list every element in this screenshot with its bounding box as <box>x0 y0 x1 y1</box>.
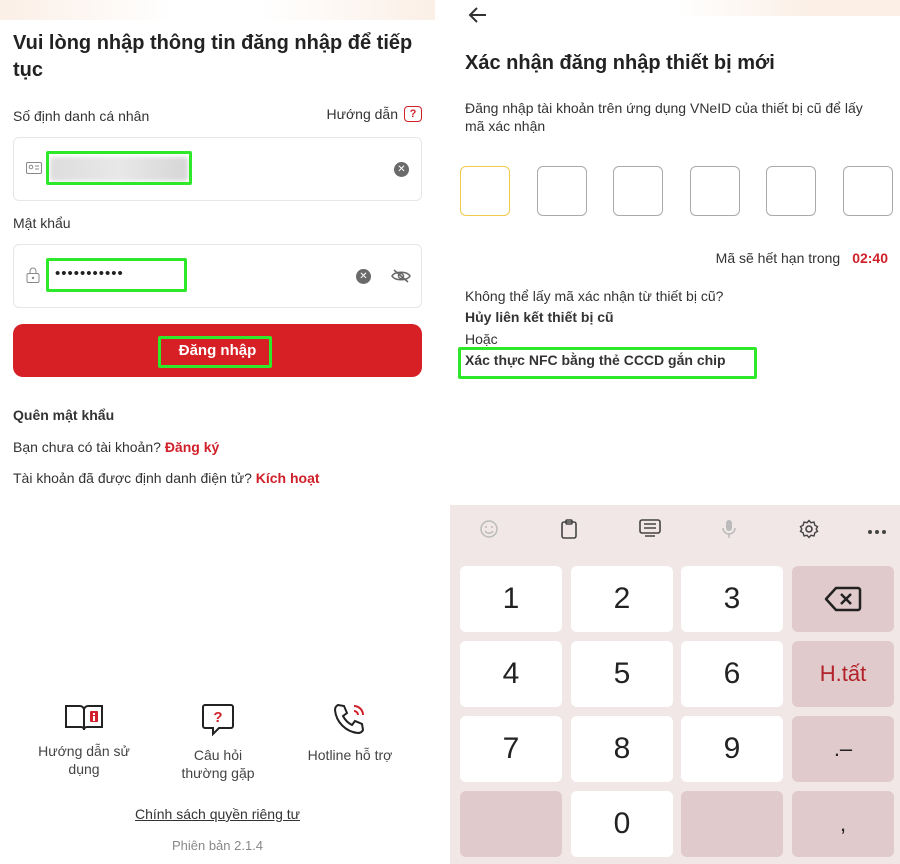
otp-digit-4[interactable] <box>690 166 740 216</box>
forgot-password-link[interactable]: Quên mật khẩu <box>13 407 114 423</box>
comma-key[interactable]: , <box>792 791 894 857</box>
back-arrow-icon[interactable] <box>468 6 488 30</box>
key-1[interactable]: 1 <box>460 566 562 632</box>
clipboard-icon[interactable] <box>557 519 581 543</box>
book-icon <box>38 702 130 736</box>
guide-label: Hướng dẫn <box>326 106 398 122</box>
phone-icon <box>306 702 394 740</box>
more-icon[interactable] <box>865 519 889 543</box>
page-title: Xác nhận đăng nhập thiết bị mới <box>465 52 775 74</box>
activate-link[interactable]: Kích hoạt <box>256 470 320 486</box>
hide-password-icon[interactable] <box>391 269 411 283</box>
user-guide-label: Hướng dẫn sử dụng <box>38 743 130 777</box>
keyboard-toolbar <box>450 505 900 557</box>
user-guide-item[interactable]: Hướng dẫn sử dụng <box>38 702 130 778</box>
lock-icon <box>26 267 40 286</box>
header-decoration <box>450 0 900 16</box>
svg-text:?: ? <box>213 709 222 726</box>
backspace-icon <box>824 586 862 612</box>
cannot-get-text: Không thể lấy mã xác nhận từ thiết bị cũ… <box>465 288 724 304</box>
dot-dash-key[interactable]: .– <box>792 716 894 782</box>
key-6[interactable]: 6 <box>681 641 783 707</box>
question-icon: ? <box>404 106 422 122</box>
faq-icon: ? <box>172 702 264 740</box>
or-text: Hoặc <box>465 331 498 347</box>
key-4[interactable]: 4 <box>460 641 562 707</box>
description-text: Đăng nhập tài khoản trên ứng dụng VNeID … <box>465 100 863 134</box>
id-card-icon <box>26 162 42 177</box>
faq-item[interactable]: ? Câu hỏi thường gặp <box>172 702 264 782</box>
panel-divider <box>435 0 450 864</box>
no-account-text: Bạn chưa có tài khoản? <box>13 439 161 455</box>
hotline-item[interactable]: Hotline hỗ trợ <box>306 702 394 764</box>
key-8[interactable]: 8 <box>571 716 673 782</box>
login-screen: Vui lòng nhập thông tin đăng nhập để tiế… <box>0 0 435 864</box>
guide-link[interactable]: Hướng dẫn ? <box>327 106 422 122</box>
expire-time: 02:40 <box>852 250 888 266</box>
register-link[interactable]: Đăng ký <box>165 439 219 455</box>
privacy-policy-link[interactable]: Chính sách quyền riêng tư <box>0 806 435 822</box>
otp-digit-6[interactable] <box>843 166 893 216</box>
key-5[interactable]: 5 <box>571 641 673 707</box>
identified-text: Tài khoản đã được định danh điện tử? <box>13 470 252 486</box>
otp-digit-3[interactable] <box>613 166 663 216</box>
expire-row: Mã sẽ hết hạn trong 02:40 <box>716 250 888 266</box>
otp-digit-5[interactable] <box>766 166 816 216</box>
mic-icon[interactable] <box>717 519 741 543</box>
otp-digit-2[interactable] <box>537 166 587 216</box>
verify-device-screen: Xác nhận đăng nhập thiết bị mới Đăng nhậ… <box>450 0 900 864</box>
version-text: Phiên bản 2.1.4 <box>171 838 264 853</box>
keyboard-icon[interactable] <box>638 519 662 543</box>
blank-key[interactable] <box>681 791 783 857</box>
highlight-box <box>458 347 757 379</box>
expire-text: Mã sẽ hết hạn trong <box>715 250 841 266</box>
highlight-box <box>46 258 187 292</box>
key-0[interactable]: 0 <box>571 791 673 857</box>
clear-icon[interactable]: ✕ <box>394 162 409 177</box>
key-7[interactable]: 7 <box>460 716 562 782</box>
password-label: Mật khẩu <box>13 215 71 231</box>
key-3[interactable]: 3 <box>681 566 783 632</box>
page-title: Vui lòng nhập thông tin đăng nhập để tiế… <box>13 32 413 81</box>
key-9[interactable]: 9 <box>681 716 783 782</box>
highlight-box <box>46 151 192 185</box>
hotline-label: Hotline hỗ trợ <box>307 747 393 763</box>
blank-key[interactable] <box>460 791 562 857</box>
unlink-device-link[interactable]: Hủy liên kết thiết bị cũ <box>465 309 614 325</box>
done-key[interactable]: H.tất <box>792 641 894 707</box>
numeric-keyboard: 1 2 3 4 5 6 H.tất 7 8 9 .– 0 , <box>450 505 900 864</box>
emoji-icon[interactable] <box>477 519 501 543</box>
highlight-box <box>158 336 272 368</box>
faq-label: Câu hỏi thường gặp <box>181 747 255 781</box>
settings-icon[interactable] <box>797 519 821 543</box>
backspace-key[interactable] <box>792 566 894 632</box>
otp-digit-1[interactable] <box>460 166 510 216</box>
header-decoration <box>0 0 435 20</box>
id-label: Số định danh cá nhân <box>13 108 150 124</box>
clear-icon[interactable]: ✕ <box>356 269 371 284</box>
register-row: Bạn chưa có tài khoản? Đăng ký <box>13 439 219 455</box>
key-2[interactable]: 2 <box>571 566 673 632</box>
activate-row: Tài khoản đã được định danh điện tử? Kíc… <box>13 470 320 486</box>
